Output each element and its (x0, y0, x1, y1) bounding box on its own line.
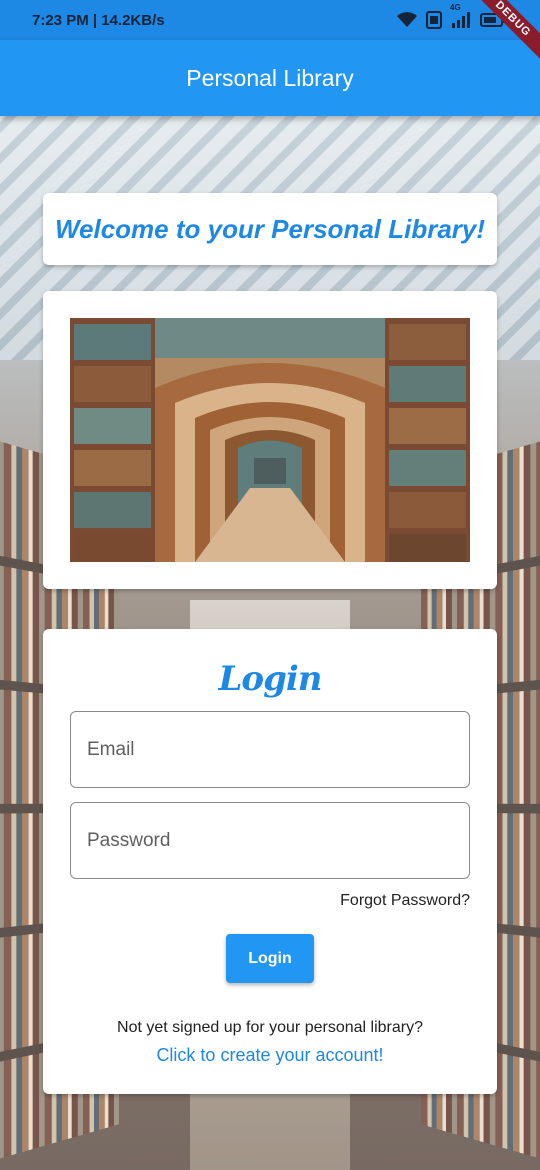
status-time-speed: 7:23 PM | 14.2KB/s (32, 11, 165, 29)
login-button[interactable]: Login (226, 934, 314, 983)
library-photo (70, 318, 470, 562)
password-field[interactable] (70, 802, 470, 879)
welcome-text: Welcome to your Personal Library! (54, 213, 486, 244)
signup-prompt: Not yet signed up for your personal libr… (117, 1019, 423, 1036)
welcome-card: Welcome to your Personal Library! (43, 193, 497, 265)
forgot-password-link[interactable]: Forgot Password? (340, 892, 470, 910)
network-type-label: 4G (450, 3, 461, 12)
create-account-link[interactable]: Click to create your account! (43, 1045, 497, 1066)
wifi-icon (396, 12, 418, 28)
cellular-signal-icon: 4G (450, 3, 472, 28)
login-title: Login (218, 659, 323, 699)
login-card: Login Forgot Password? Login Not yet sig… (43, 629, 497, 1094)
status-icons: 4G (396, 3, 506, 29)
app-bar-title: Personal Library (186, 64, 354, 91)
email-field[interactable] (70, 711, 470, 788)
app-bar: Personal Library (0, 40, 540, 116)
volte-icon (426, 11, 442, 29)
status-bar: 7:23 PM | 14.2KB/s 4G (0, 0, 540, 40)
hero-image-card (43, 291, 497, 589)
